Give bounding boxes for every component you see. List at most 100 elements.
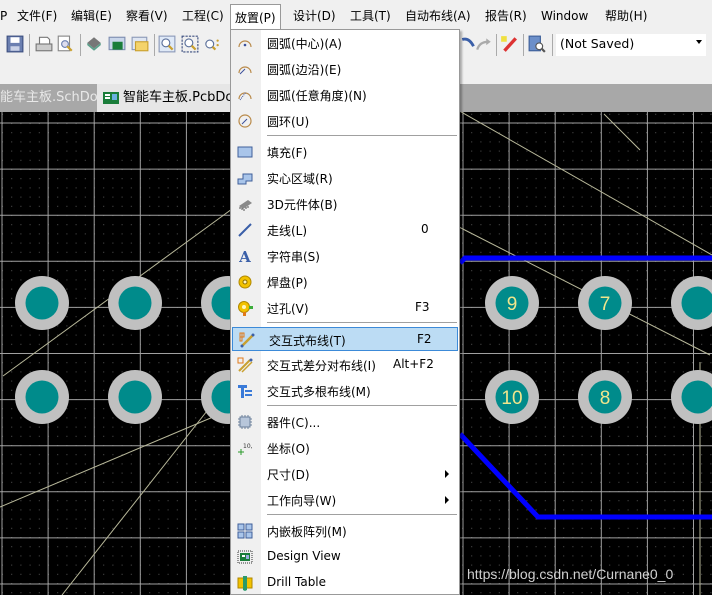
menu-item-full-circle[interactable]: 圆环(U) <box>231 109 459 133</box>
arc-edge-icon <box>238 66 252 75</box>
menu-item-label: 圆弧(任意角度)(N) <box>267 89 367 103</box>
toolbar-separator <box>552 34 553 56</box>
save-icon[interactable] <box>6 35 24 53</box>
menu-file[interactable]: 文件(F) <box>17 0 57 30</box>
zoom-fit-icon[interactable] <box>158 35 176 53</box>
zoom-selected-icon[interactable] <box>203 35 221 53</box>
menu-item-shortcut: F3 <box>415 300 430 314</box>
place-menu-dropdown: 圆弧(中心)(A) 圆弧(边沿)(E) 圆弧(任意角度)(N) 圆环(U) 填充(F) 实… <box>230 29 460 595</box>
menu-window[interactable]: Window <box>541 0 588 30</box>
menu-item-fill[interactable]: 填充(F) <box>231 140 459 164</box>
menu-item-multi-routing[interactable]: 交互式多根布线(M) <box>231 379 459 403</box>
via-icon <box>238 301 253 316</box>
menu-item-via[interactable]: 过孔(V) F3 <box>231 296 459 320</box>
interactive-routing-icon <box>239 332 255 348</box>
menu-item-label: 圆弧(边沿)(E) <box>267 63 342 77</box>
menu-item-shortcut: 0 <box>421 222 429 236</box>
toolbar-separator <box>523 34 524 56</box>
coordinate-icon: 10,10 <box>238 443 253 455</box>
pad-icon <box>238 275 252 289</box>
menu-reports[interactable]: 报告(R) <box>485 0 527 30</box>
zoom-area-icon[interactable] <box>181 35 199 53</box>
component-icon <box>238 415 252 429</box>
menu-item-label: Drill Table <box>267 575 327 589</box>
variant-combo-value: (Not Saved) <box>560 36 635 51</box>
pcb-document-icon <box>103 92 119 104</box>
menu-item-label: 尺寸(D) <box>267 468 310 482</box>
menu-separator <box>267 514 457 515</box>
menu-item-drill-table[interactable]: Drill Table <box>231 571 459 595</box>
variant-combo[interactable]: (Not Saved) <box>555 33 707 57</box>
pad-number-label: 8 <box>600 388 611 409</box>
menu-item-submenu-17[interactable]: 工作向导(W) <box>231 488 459 512</box>
pad-hole <box>25 286 59 320</box>
pad-hole <box>118 286 152 320</box>
pcb-board-icon[interactable] <box>108 35 126 53</box>
svg-text:10,10: 10,10 <box>243 443 253 450</box>
line-icon <box>238 223 252 237</box>
menu-item-label: 圆环(U) <box>267 115 310 129</box>
menu-autoroute[interactable]: 自动布线(A) <box>405 0 471 30</box>
menu-item-label: 器件(C)... <box>267 416 321 430</box>
multi-routing-icon <box>238 385 252 398</box>
toolbar-separator <box>29 34 30 56</box>
menu-item-arc-center[interactable]: 圆弧(中心)(A) <box>231 31 459 55</box>
menu-item-label: 走线(L) <box>267 224 308 238</box>
menu-item-string[interactable]: A 字符串(S) <box>231 244 459 268</box>
pad-number-label: 10 <box>501 388 522 409</box>
menu-item-label: 坐标(O) <box>267 442 310 456</box>
folder-window-icon[interactable] <box>131 35 149 53</box>
menu-view[interactable]: 察看(V) <box>126 0 168 30</box>
menu-dxp[interactable]: P <box>0 0 7 30</box>
menu-item-line[interactable]: 走线(L) 0 <box>231 218 459 242</box>
arc-any-angle-icon <box>238 91 252 101</box>
menu-separator <box>267 135 457 136</box>
menu-item-label: 圆弧(中心)(A) <box>267 37 342 51</box>
tab-pcbdoc[interactable]: 智能车主板.PcbDoc <box>97 84 247 112</box>
chevron-down-icon[interactable] <box>696 40 702 44</box>
menu-help[interactable]: 帮助(H) <box>605 0 647 30</box>
print-preview-icon[interactable] <box>56 35 74 53</box>
full-circle-icon <box>238 114 252 128</box>
diff-pair-routing-icon <box>237 357 253 373</box>
menu-item-shortcut: Alt+F2 <box>393 357 434 371</box>
menu-item-arc-edge[interactable]: 圆弧(边沿)(E) <box>231 57 459 81</box>
print-icon[interactable] <box>35 35 53 53</box>
menu-item-design-view[interactable]: Design View <box>231 545 459 569</box>
svg-text:A: A <box>238 248 251 264</box>
menu-edit[interactable]: 编辑(E) <box>71 0 112 30</box>
menu-item-label: 字符串(S) <box>267 250 320 264</box>
menu-item-label: 填充(F) <box>267 146 308 160</box>
menu-tools[interactable]: 工具(T) <box>350 0 391 30</box>
menu-item-embedded-board-array[interactable]: 内嵌板阵列(M) <box>231 519 459 543</box>
menu-item-label: 3D元件体(B) <box>267 198 338 212</box>
menu-item-solid-region[interactable]: 实心区域(R) <box>231 166 459 190</box>
redo-icon[interactable] <box>475 35 493 53</box>
menu-item-label: Design View <box>267 549 341 563</box>
arc-center-icon <box>238 40 252 48</box>
pad-hole <box>25 380 59 414</box>
solid-region-icon <box>237 173 253 185</box>
menu-item-submenu-16[interactable]: 尺寸(D) <box>231 462 459 486</box>
highlight-pen-icon[interactable] <box>500 35 518 53</box>
menu-item-pad[interactable]: 焊盘(P) <box>231 270 459 294</box>
menu-item-label: 交互式多根布线(M) <box>267 385 371 399</box>
menu-item-coordinate[interactable]: 10,10 坐标(O) <box>231 436 459 460</box>
3d-component-icon[interactable] <box>85 35 103 53</box>
menu-item-label: 工作向导(W) <box>267 494 337 508</box>
menu-item-diff-pair-routing[interactable]: 交互式差分对布线(I) Alt+F2 <box>231 353 459 377</box>
menu-project[interactable]: 工程(C) <box>182 0 224 30</box>
menu-item-component[interactable]: 器件(C)... <box>231 410 459 434</box>
menu-item-interactive-routing[interactable]: 交互式布线(T) F2 <box>232 327 458 351</box>
submenu-arrow-icon <box>445 470 449 478</box>
string-icon: A <box>238 248 251 264</box>
menu-item-label: 实心区域(R) <box>267 172 333 186</box>
menu-item-label: 交互式布线(T) <box>269 334 346 348</box>
menu-item-label: 交互式差分对布线(I) <box>267 359 376 373</box>
menu-design[interactable]: 设计(D) <box>293 0 336 30</box>
embedded-board-array-icon <box>237 523 253 539</box>
menu-item-arc-any-angle[interactable]: 圆弧(任意角度)(N) <box>231 83 459 107</box>
pad-number-label: 7 <box>600 294 611 315</box>
inspect-icon[interactable] <box>528 35 546 53</box>
menu-item-3d-body[interactable]: 3D元件体(B) <box>231 192 459 216</box>
